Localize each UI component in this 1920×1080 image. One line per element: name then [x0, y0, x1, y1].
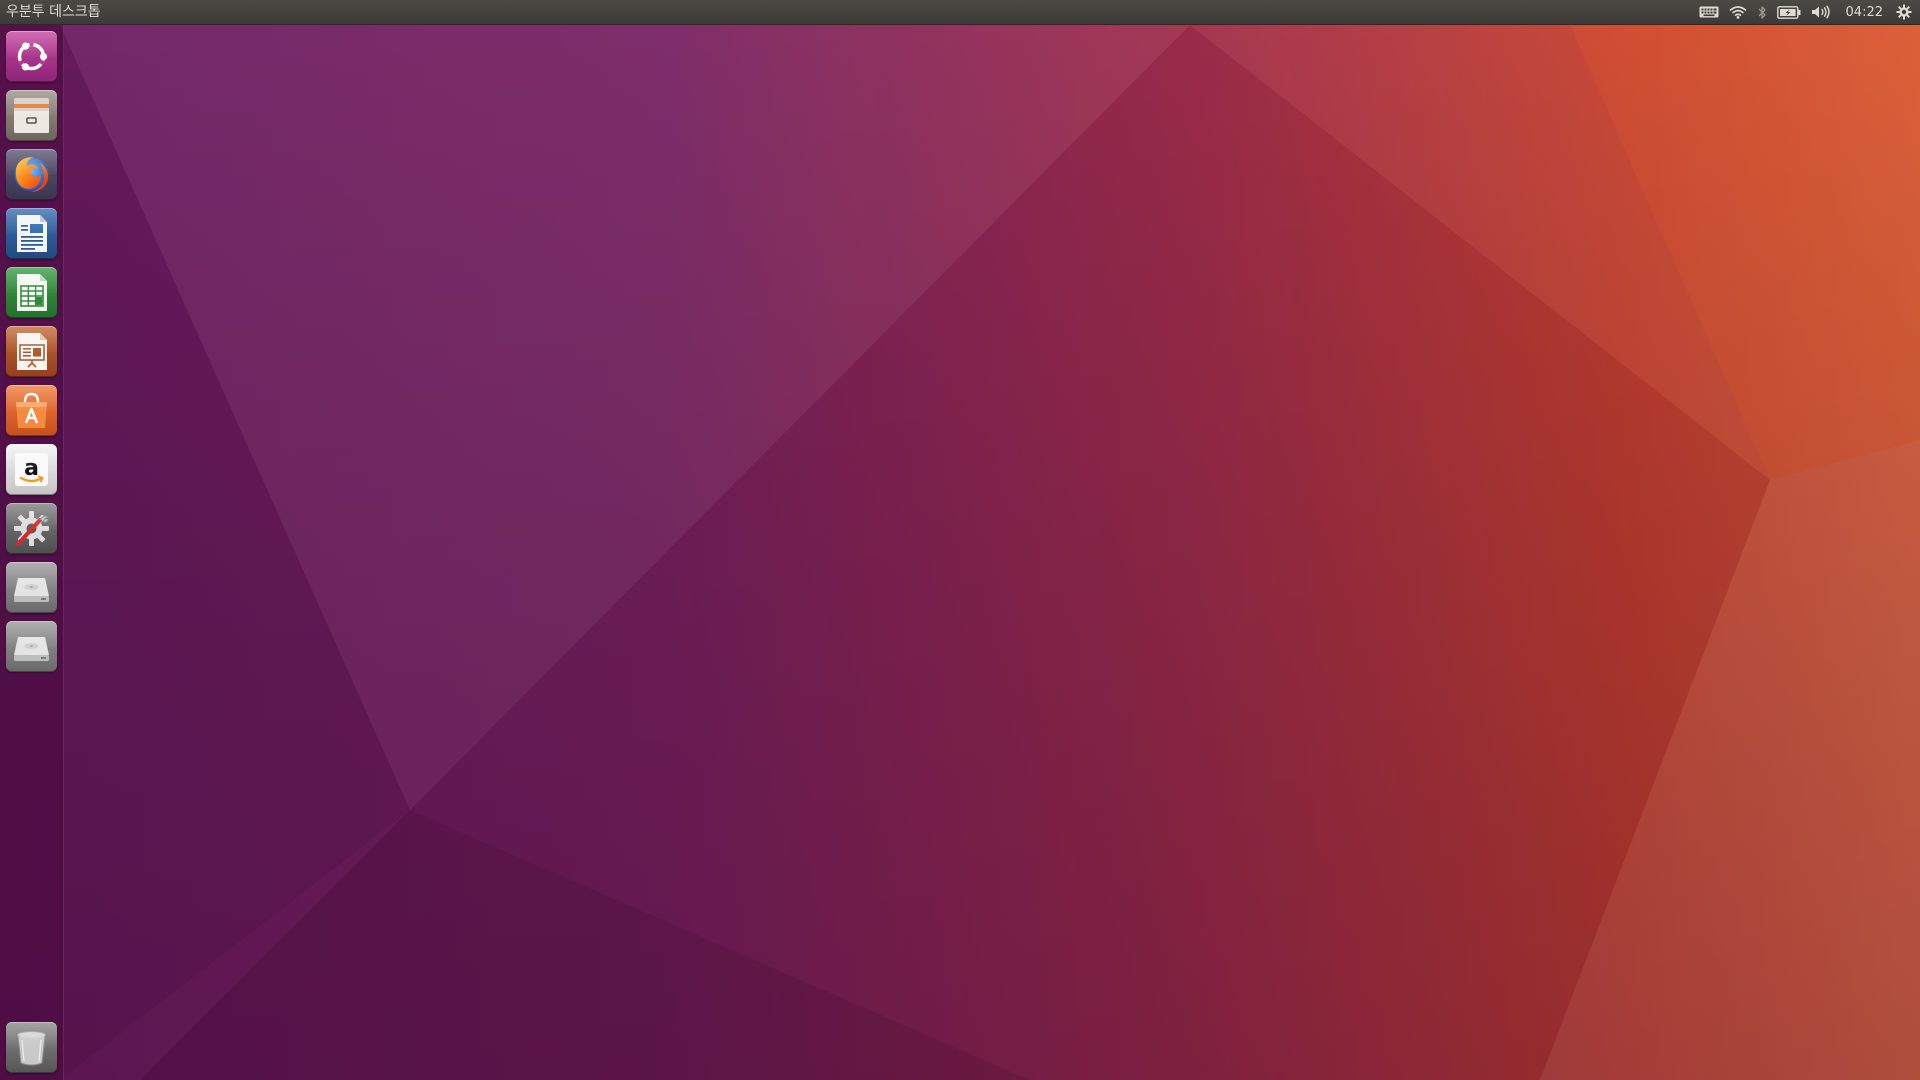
- libreoffice-writer-icon: [17, 215, 47, 252]
- panel-title: 우분투 데스크톱: [6, 4, 101, 20]
- launcher-item-calc[interactable]: [6, 267, 57, 318]
- amazon-icon: a: [15, 453, 48, 486]
- keyboard-icon[interactable]: [1694, 0, 1724, 24]
- launcher-item-drive[interactable]: [6, 562, 57, 613]
- volume-icon[interactable]: [1806, 0, 1836, 24]
- system-settings-icon: [14, 511, 50, 546]
- launcher-item-impress[interactable]: [6, 326, 57, 377]
- launcher-item-writer[interactable]: [6, 208, 57, 259]
- bluetooth-icon[interactable]: [1752, 0, 1772, 24]
- svg-text:a: a: [24, 456, 39, 481]
- launcher: a: [0, 25, 64, 1080]
- firefox-icon: [14, 157, 49, 192]
- libreoffice-calc-icon: [17, 274, 47, 311]
- launcher-item-amazon[interactable]: a: [6, 444, 57, 495]
- clock[interactable]: 04:22: [1836, 5, 1891, 20]
- launcher-item-dash[interactable]: [6, 31, 57, 82]
- launcher-item-firefox[interactable]: [6, 149, 57, 200]
- launcher-item-trash[interactable]: [6, 1022, 57, 1073]
- launcher-item-settings[interactable]: [6, 503, 57, 554]
- files-icon: [14, 98, 49, 133]
- libreoffice-impress-icon: [17, 333, 47, 370]
- wifi-icon[interactable]: [1724, 0, 1752, 24]
- launcher-item-drive[interactable]: [6, 621, 57, 672]
- indicator-area: 04:22: [1694, 0, 1920, 24]
- software-center-icon: [16, 392, 47, 428]
- ubuntu-dash-icon: [17, 42, 48, 71]
- desktop-wallpaper: [0, 0, 1920, 1080]
- launcher-item-files[interactable]: [6, 90, 57, 141]
- battery-icon[interactable]: [1772, 0, 1806, 24]
- top-panel: 우분투 데스크톱 04:22: [0, 0, 1920, 25]
- launcher-item-software[interactable]: [6, 385, 57, 436]
- drive-icon: [14, 637, 49, 661]
- drive-icon: [14, 578, 49, 602]
- gear-icon[interactable]: [1891, 0, 1920, 24]
- trash-icon: [17, 1031, 46, 1066]
